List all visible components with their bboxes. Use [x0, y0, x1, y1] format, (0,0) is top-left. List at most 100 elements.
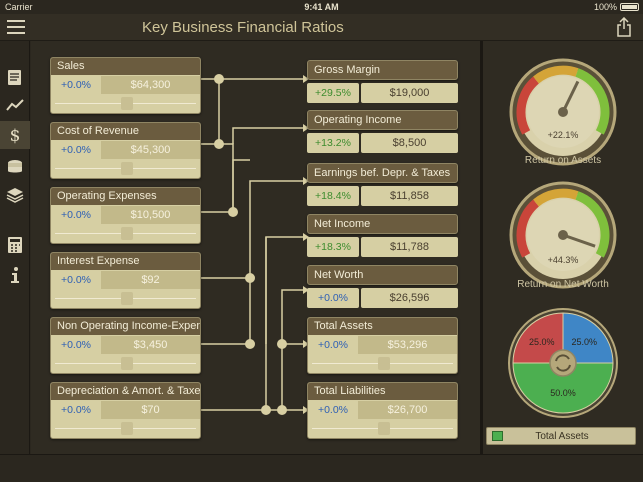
coins-icon[interactable]: [0, 153, 30, 181]
layers-icon[interactable]: [0, 181, 30, 209]
output-value: $11,858: [361, 186, 458, 206]
info-icon[interactable]: [0, 261, 30, 289]
trend-chart-icon[interactable]: [0, 91, 30, 119]
input-value[interactable]: $3,450: [101, 336, 200, 354]
input-label: Non Operating Income-Expense: [51, 318, 200, 335]
slider-thumb[interactable]: [120, 292, 133, 305]
slider-thumb[interactable]: [120, 162, 133, 175]
output-change: +13.2%: [307, 133, 359, 153]
input-card-sales: Sales +0.0% $64,300: [50, 57, 201, 114]
output-value: $8,500: [361, 133, 458, 153]
output-net-worth: Net Worth +0.0% $26,596: [307, 265, 458, 308]
pie-slice-label: 25.0%: [529, 337, 555, 347]
output-change: +18.4%: [307, 186, 359, 206]
slider-thumb[interactable]: [120, 227, 133, 240]
output-net-income: Net Income +18.3% $11,788: [307, 214, 458, 257]
balance-change: +0.0%: [317, 404, 349, 416]
output-label: Net Worth: [307, 265, 458, 285]
input-card-cost-of-revenue: Cost of Revenue +0.0% $45,300: [50, 122, 201, 179]
balance-change: +0.0%: [317, 339, 349, 351]
ronw-gauge-value: +44.3%: [547, 255, 579, 265]
refresh-icon: [549, 349, 577, 377]
input-change: +0.0%: [60, 274, 92, 286]
hamburger-menu-icon[interactable]: [7, 20, 25, 34]
roa-label: Return on Assets: [524, 155, 602, 166]
output-change: +29.5%: [307, 83, 359, 103]
input-slider[interactable]: [51, 159, 200, 178]
balance-label: Total Assets: [308, 318, 457, 335]
balance-slider[interactable]: [308, 354, 457, 373]
slider-thumb[interactable]: [120, 357, 133, 370]
return-on-net-worth-gauge: [509, 181, 617, 289]
bottom-bar: [0, 454, 643, 482]
output-label: Operating Income: [307, 110, 458, 130]
input-card-depreciation: Depreciation & Amort. & Taxes +0.0% $70: [50, 382, 201, 439]
input-slider[interactable]: [51, 289, 200, 308]
input-change: +0.0%: [60, 404, 92, 416]
output-gross-margin: Gross Margin +29.5% $19,000: [307, 60, 458, 103]
slider-thumb[interactable]: [377, 422, 390, 435]
output-value: $11,788: [361, 237, 458, 257]
balance-card-total-liabilities: Total Liabilities +0.0% $26,700: [307, 382, 458, 439]
input-slider[interactable]: [51, 94, 200, 113]
output-label: Gross Margin: [307, 60, 458, 80]
input-slider[interactable]: [51, 419, 200, 438]
slider-thumb[interactable]: [377, 357, 390, 370]
balance-label: Total Liabilities: [308, 383, 457, 400]
input-label: Sales: [51, 58, 200, 75]
slider-thumb[interactable]: [120, 422, 133, 435]
input-slider[interactable]: [51, 354, 200, 373]
results-content: +22.1% Return on Assets +44.3% Return on…: [483, 41, 643, 454]
report-icon[interactable]: [0, 63, 30, 91]
input-label: Interest Expense: [51, 253, 200, 270]
output-value: $26,596: [361, 288, 458, 308]
input-label: Depreciation & Amort. & Taxes: [51, 383, 200, 400]
output-change: +0.0%: [307, 288, 359, 308]
sidebar: $: [0, 41, 30, 454]
input-change: +0.0%: [60, 79, 92, 91]
input-label: Operating Expenses: [51, 188, 200, 205]
balance-card-total-assets: Total Assets +0.0% $53,296: [307, 317, 458, 374]
battery-icon: [620, 3, 639, 11]
pie-slice-label: 25.0%: [571, 337, 597, 347]
legend-label: Total Assets: [535, 431, 589, 442]
output-label: Net Income: [307, 214, 458, 234]
input-slider[interactable]: [51, 224, 200, 243]
input-value[interactable]: $70: [101, 401, 200, 419]
total-assets-pie-chart: 25.0% 50.0% 25.0%: [508, 308, 618, 418]
balance-slider[interactable]: [308, 419, 457, 438]
pie-legend-total-assets[interactable]: Total Assets: [486, 427, 636, 445]
svg-text:$: $: [10, 126, 21, 145]
calculator-icon[interactable]: [0, 231, 30, 259]
input-change: +0.0%: [60, 209, 92, 221]
input-value[interactable]: $45,300: [101, 141, 200, 159]
input-value[interactable]: $92: [101, 271, 200, 289]
output-label: Earnings bef. Depr. & Taxes: [307, 163, 458, 183]
output-change: +18.3%: [307, 237, 359, 257]
status-bar: Carrier 9:41 AM 100%: [0, 0, 643, 14]
input-change: +0.0%: [60, 339, 92, 351]
input-label: Cost of Revenue: [51, 123, 200, 140]
roa-gauge-value: +22.1%: [547, 130, 579, 140]
ronw-label: Return on Net Worth: [517, 279, 609, 290]
pie-slice-label: 50.0%: [550, 388, 576, 398]
balance-value[interactable]: $53,296: [358, 336, 457, 354]
dollar-ratio-icon[interactable]: $: [0, 121, 30, 149]
input-change: +0.0%: [60, 144, 92, 156]
share-icon[interactable]: [617, 17, 631, 37]
input-value[interactable]: $10,500: [101, 206, 200, 224]
balance-value[interactable]: $26,700: [358, 401, 457, 419]
output-value: $19,000: [361, 83, 458, 103]
input-card-non-operating: Non Operating Income-Expense +0.0% $3,450: [50, 317, 201, 374]
output-operating-income: Operating Income +13.2% $8,500: [307, 110, 458, 153]
input-card-operating-expenses: Operating Expenses +0.0% $10,500: [50, 187, 201, 244]
return-on-assets-gauge: [509, 58, 617, 166]
battery-percent: 100%: [593, 2, 617, 12]
page-title: Key Business Financial Ratios: [142, 19, 344, 36]
slider-thumb[interactable]: [120, 97, 133, 110]
input-value[interactable]: $64,300: [101, 76, 200, 94]
title-bar: Key Business Financial Ratios: [0, 14, 643, 41]
input-card-interest-expense: Interest Expense +0.0% $92: [50, 252, 201, 309]
output-ebdt: Earnings bef. Depr. & Taxes +18.4% $11,85…: [307, 163, 458, 206]
clock: 9:41 AM: [304, 2, 339, 12]
